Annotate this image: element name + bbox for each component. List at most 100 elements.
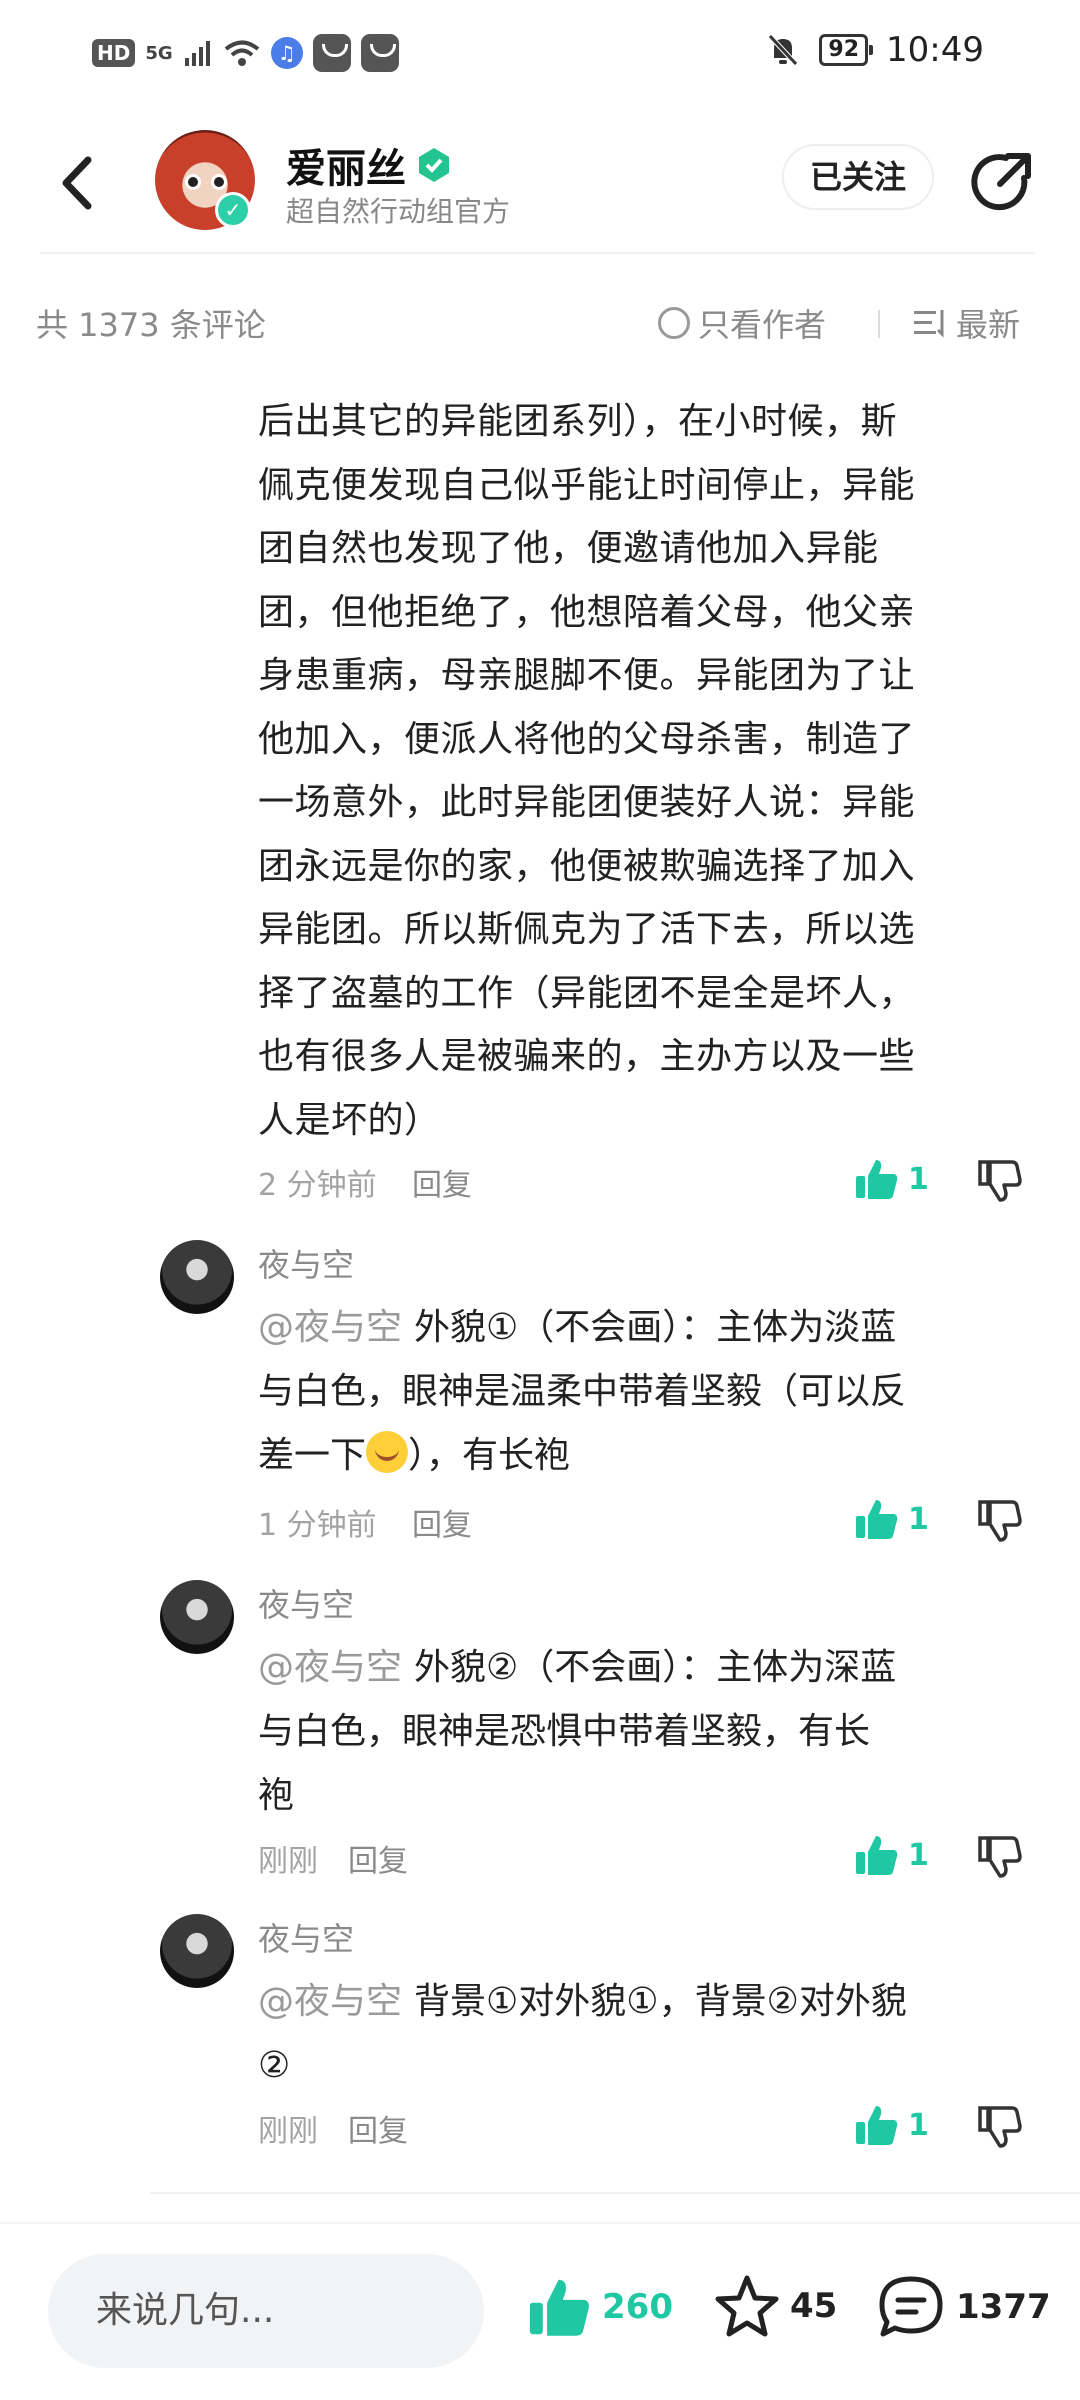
- comment-line: 身患重病，母亲腿脚不便。异能团为了让: [258, 655, 916, 696]
- comment-line: 也有很多人是被骗来的，主办方以及一些: [258, 1036, 916, 1077]
- comment-line: 团，但他拒绝了，他想陪着父母，他父亲: [258, 591, 916, 633]
- comment-line: 异能团。所以斯佩克为了活下去，所以选: [258, 909, 916, 950]
- thumbs-down-icon[interactable]: [976, 2102, 1024, 2150]
- comment-line: 团永远是你的家，他便被欺骗选择了加入: [258, 845, 916, 887]
- comment-meta: 1 分钟前 回复 1: [258, 1500, 1038, 1550]
- author-name[interactable]: 爱丽丝: [286, 136, 454, 194]
- reply-button[interactable]: 回复: [412, 1160, 472, 1204]
- like-button[interactable]: 1: [854, 1496, 929, 1542]
- reply-line: 差一下 ），有长袍: [258, 1424, 1038, 1488]
- comment-input[interactable]: 来说几句...: [48, 2254, 484, 2368]
- reply-line-text: 背景①对外貌①，背景②对外貌: [414, 1981, 907, 2022]
- thumbs-up-icon: [856, 1836, 898, 1875]
- thumbs-up-icon: [856, 2106, 898, 2145]
- reply-button[interactable]: 回复: [348, 1836, 408, 1880]
- list-divider: [150, 2192, 1080, 2194]
- reply-line-text: ），有长袍: [408, 1435, 571, 1476]
- comment-line: 佩克便发现自己似乎能让时间停止，异能: [258, 464, 916, 506]
- app-icon: [360, 34, 399, 72]
- thumbs-up-icon: [856, 1500, 898, 1539]
- reply-username[interactable]: 夜与空: [258, 1240, 354, 1286]
- reply-button[interactable]: 回复: [348, 2106, 408, 2150]
- music-icon: ♫: [270, 37, 303, 69]
- reply-line: @夜与空 外貌②（不会画）：主体为深蓝: [258, 1636, 1038, 1700]
- avatar[interactable]: [160, 1240, 234, 1314]
- reply-line: @夜与空 外貌①（不会画）：主体为淡蓝: [258, 1296, 1038, 1360]
- reply-line: 与白色，眼神是温柔中带着坚毅（可以反: [258, 1371, 907, 1412]
- header-divider: [40, 252, 1035, 254]
- thumbs-down-icon[interactable]: [976, 1496, 1024, 1544]
- comments-toolbar: 共 1373 条评论 只看作者 最新: [36, 300, 1046, 350]
- profile-header: ✓ 爱丽丝 超自然行动组官方 已关注: [0, 120, 1080, 250]
- avatar-eye: [211, 174, 227, 190]
- avatar[interactable]: [160, 1580, 234, 1654]
- sort-icon: [914, 310, 944, 338]
- comment-line: 人是坏的）: [258, 1099, 441, 1141]
- comment-body: 后出其它的异能团系列），在小时候，斯 佩克便发现自己似乎能让时间停止，异能 团自…: [258, 390, 1018, 1152]
- reply-line-text: 外貌②（不会画）：主体为深蓝: [414, 1647, 897, 1688]
- comment-line: 他加入，便派人将他的父母杀害，制造了: [258, 718, 916, 760]
- status-bar: HD 5G ♫ 92 10:49: [0, 0, 1080, 110]
- reply-line: ②: [258, 2045, 291, 2086]
- comments-button[interactable]: 1377: [876, 2274, 1051, 2340]
- official-shield-icon: [419, 148, 449, 182]
- comment-time: 刚刚: [258, 1844, 318, 1879]
- sort-button[interactable]: 最新: [912, 300, 1020, 346]
- reply-body: @夜与空 外貌②（不会画）：主体为深蓝 与白色，眼神是恐惧中带着坚毅，有长 袍: [258, 1636, 1038, 1828]
- thumbs-up-icon: [856, 1160, 898, 1199]
- comment-count: 共 1373 条评论: [36, 306, 266, 344]
- mention-link[interactable]: @夜与空: [258, 1647, 402, 1688]
- network-label: 5G: [145, 42, 173, 64]
- post-like-button[interactable]: 260: [526, 2274, 673, 2340]
- smiling-emoji-icon: [366, 1431, 409, 1473]
- reply-line: 与白色，眼神是恐惧中带着坚毅，有长: [258, 1711, 871, 1752]
- comment-time: 2 分钟前: [258, 1168, 377, 1203]
- app-icon: [312, 34, 351, 72]
- like-button[interactable]: 1: [854, 1156, 929, 1202]
- comment-bubble-icon: [879, 2276, 943, 2337]
- hd-badge: HD: [92, 39, 136, 67]
- verified-check-icon: ✓: [215, 192, 251, 228]
- sort-label: 最新: [956, 306, 1021, 344]
- radio-icon: [658, 307, 690, 339]
- reply-username[interactable]: 夜与空: [258, 1914, 354, 1960]
- comment-time: 刚刚: [258, 2114, 318, 2149]
- favorite-button[interactable]: 45: [714, 2274, 837, 2338]
- thumbs-down-icon[interactable]: [976, 1156, 1024, 1204]
- author-subtitle: 超自然行动组官方: [286, 195, 511, 228]
- comment-count-total: 1377: [956, 2287, 1051, 2327]
- favorite-count: 45: [790, 2286, 838, 2326]
- avatar-eye: [185, 174, 201, 190]
- comment-line: 团自然也发现了他，便邀请他加入异能: [258, 528, 879, 569]
- share-icon[interactable]: [966, 148, 1036, 218]
- only-author-label: 只看作者: [698, 306, 827, 344]
- mention-link[interactable]: @夜与空: [258, 1981, 402, 2022]
- mention-link[interactable]: @夜与空: [258, 1307, 402, 1348]
- comment-line: 后出其它的异能团系列），在小时候，斯: [258, 401, 898, 442]
- avatar[interactable]: [160, 1914, 234, 1988]
- like-button[interactable]: 1: [854, 1832, 929, 1878]
- reply-body: @夜与空 外貌①（不会画）：主体为淡蓝 与白色，眼神是温柔中带着坚毅（可以反 差一…: [258, 1296, 1038, 1488]
- signal-icon: [184, 41, 210, 66]
- bottom-action-bar: 来说几句... 260 45 1377: [0, 2222, 1080, 2400]
- only-author-toggle[interactable]: 只看作者: [658, 300, 826, 346]
- status-right: 92 10:49: [765, 30, 984, 70]
- reply-button[interactable]: 回复: [412, 1500, 472, 1544]
- comment-line: 一场意外，此时异能团便装好人说：异能: [258, 782, 916, 823]
- status-left: HD 5G ♫: [92, 34, 399, 72]
- reply-line-text: 外貌①（不会画）：主体为淡蓝: [414, 1307, 897, 1348]
- battery-indicator: 92: [819, 34, 873, 66]
- author-name-text: 爱丽丝: [286, 146, 406, 192]
- wifi-icon: [224, 40, 259, 66]
- comment-meta: 刚刚 回复 1: [258, 2106, 1038, 2156]
- post-like-count: 260: [602, 2287, 673, 2327]
- toolbar-separator: [878, 310, 880, 338]
- reply-username[interactable]: 夜与空: [258, 1580, 354, 1626]
- comment-meta: 刚刚 回复 1: [258, 1836, 1038, 1886]
- follow-button[interactable]: 已关注: [782, 144, 934, 210]
- comment-meta: 2 分钟前 回复 1: [258, 1160, 1038, 1210]
- mute-bell-icon: [768, 34, 799, 66]
- back-arrow-icon[interactable]: [48, 148, 108, 218]
- like-button[interactable]: 1: [854, 2102, 929, 2148]
- thumbs-down-icon[interactable]: [976, 1832, 1024, 1880]
